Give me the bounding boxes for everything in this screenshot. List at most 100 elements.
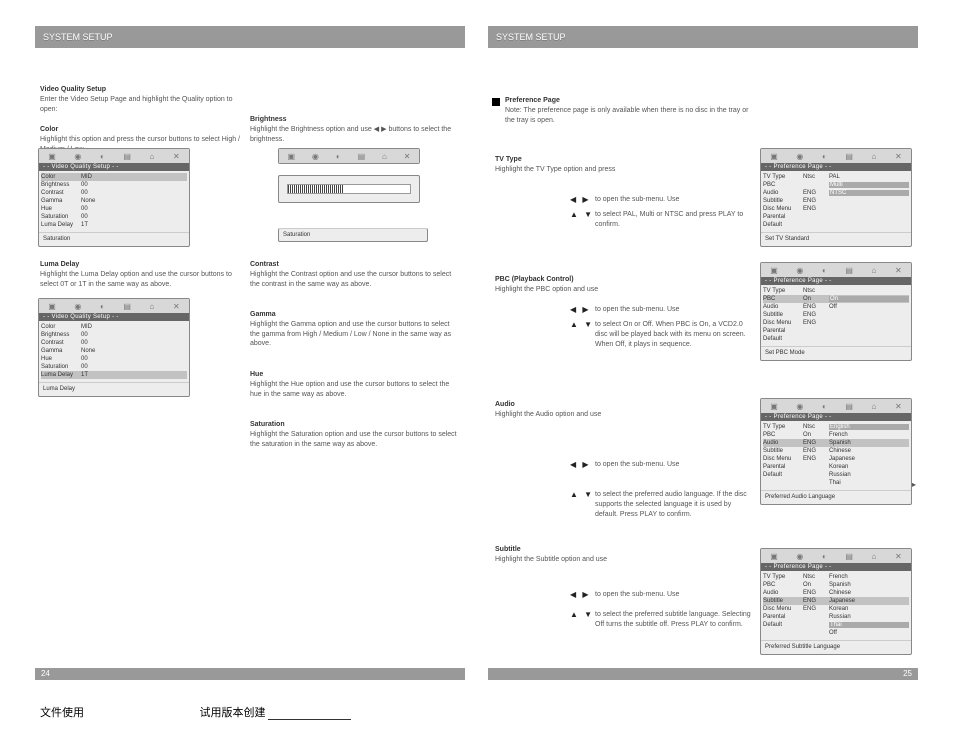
- menu-row[interactable]: Hue00: [41, 205, 187, 213]
- menu-row[interactable]: Parental: [763, 213, 909, 221]
- speaker-icon: ◉: [74, 152, 81, 161]
- menu-row-option: PAL: [829, 174, 909, 180]
- contrast-block: ContrastHighlight the Contrast option an…: [250, 260, 460, 289]
- menu-row-option: Russian: [829, 472, 909, 478]
- audio-body3: to select the preferred audio language. …: [595, 490, 755, 519]
- menu-row[interactable]: Luma Delay1T: [41, 371, 187, 379]
- right-header-bar: SYSTEM SETUP: [488, 26, 918, 48]
- menu-row-label: TV Type: [763, 424, 803, 430]
- tv-icon: ▣: [770, 552, 778, 561]
- menu-row[interactable]: TV TypeNtscEnglish: [763, 423, 909, 431]
- luma-explain: Luma Delay Highlight the Luma Delay opti…: [40, 260, 240, 289]
- menu-row[interactable]: AudioENGChinese: [763, 589, 909, 597]
- menu-row[interactable]: AudioENGOff: [763, 303, 909, 311]
- menu-row-value: MID: [81, 324, 107, 330]
- menu-row[interactable]: Thai: [763, 479, 909, 487]
- dolby-icon: ◐: [822, 552, 827, 561]
- menu-row[interactable]: Hue00: [41, 355, 187, 363]
- menu-row[interactable]: Contrast00: [41, 189, 187, 197]
- menu-row[interactable]: DefaultThai: [763, 621, 909, 629]
- menu-row-label: Hue: [41, 356, 81, 362]
- menu-row[interactable]: Brightness00: [41, 331, 187, 339]
- right-pagenum: 25: [903, 668, 918, 680]
- menu-row[interactable]: SubtitleENGJapanese: [763, 597, 909, 605]
- menu-row-label: Subtitle: [763, 312, 803, 318]
- brightness-slider[interactable]: [278, 175, 420, 203]
- audio-block: Audio Highlight the Audio option and use: [495, 400, 750, 420]
- menu-row-value: 00: [81, 356, 107, 362]
- menu-row[interactable]: TV TypeNtscPAL: [763, 173, 909, 181]
- menu-row[interactable]: Saturation00: [41, 363, 187, 371]
- left-header-bar: SYSTEM SETUP: [35, 26, 465, 48]
- tvtype-block: TV Type Highlight the TV Type option and…: [495, 155, 750, 175]
- menu-row[interactable]: Disc MenuENG: [763, 319, 909, 327]
- tv-icon: ▣: [48, 152, 56, 161]
- menu-row[interactable]: SubtitleENGChinese: [763, 447, 909, 455]
- menu-row-option: Chinese: [829, 590, 909, 596]
- menu-row-value: ENG: [803, 440, 829, 446]
- menu-row[interactable]: Off: [763, 629, 909, 637]
- menu-row[interactable]: SubtitleENG: [763, 311, 909, 319]
- menu-row[interactable]: PBCOnOn: [763, 295, 909, 303]
- menu-row[interactable]: ParentalKorean: [763, 463, 909, 471]
- brightness-icons-box: ▣ ◉ ◐ ▤ ⌂ ✕: [278, 148, 420, 164]
- video-icon: ▤: [123, 152, 131, 161]
- close-icon: ✕: [404, 152, 411, 161]
- menu-row[interactable]: GammaNone: [41, 197, 187, 205]
- menu-row[interactable]: ParentalRussian: [763, 613, 909, 621]
- menu-row[interactable]: Disc MenuENGJapanese: [763, 455, 909, 463]
- menu-row[interactable]: Parental: [763, 327, 909, 335]
- menu-row-value: ENG: [803, 456, 829, 462]
- menu-row-value: 00: [81, 332, 107, 338]
- lock-icon: ⌂: [150, 152, 155, 161]
- arrow-up-down-icon: ▲ ▼: [570, 490, 594, 499]
- speaker-icon: ◉: [796, 266, 803, 275]
- menu-row-label: Subtitle: [763, 198, 803, 204]
- menu-row-label: Subtitle: [763, 598, 803, 604]
- speaker-icon: ◉: [796, 402, 803, 411]
- menu-row[interactable]: Disc MenuENG: [763, 205, 909, 213]
- tv-icon: ▣: [770, 266, 778, 275]
- square-bullet-icon: [492, 98, 500, 106]
- brightness-block: Brightness Highlight the Brightness opti…: [250, 115, 460, 144]
- menu-row[interactable]: AudioENGSpanish: [763, 439, 909, 447]
- close-icon: ✕: [895, 402, 902, 411]
- menu-row[interactable]: Saturation00: [41, 213, 187, 221]
- menu-row[interactable]: ColorMID: [41, 173, 187, 181]
- menu-row[interactable]: Luma Delay1T: [41, 221, 187, 229]
- subtitle-body3: to select the preferred subtitle languag…: [595, 610, 755, 630]
- menu-title: - - Preference Page - -: [761, 413, 911, 421]
- menu-row-value: ENG: [803, 598, 829, 604]
- menu-row[interactable]: SubtitleENG: [763, 197, 909, 205]
- menu-row[interactable]: PBCOnFrench: [763, 431, 909, 439]
- pbc-body2: to open the sub-menu. Use: [595, 305, 755, 315]
- menu-row[interactable]: GammaNone: [41, 347, 187, 355]
- menu-row[interactable]: AudioENGNTSC: [763, 189, 909, 197]
- menu-row-label: Disc Menu: [763, 320, 803, 326]
- footer-left: 文件使用: [40, 707, 84, 719]
- video-icon: ▤: [845, 266, 853, 275]
- menu-row[interactable]: Default: [763, 221, 909, 229]
- menu-row[interactable]: TV TypeNtscFrench: [763, 573, 909, 581]
- menu-row-label: PBC: [763, 296, 803, 302]
- menu-row-label: Brightness: [41, 182, 81, 188]
- menu-row[interactable]: DefaultRussian: [763, 471, 909, 479]
- menu-title: - - Preference Page - -: [761, 563, 911, 571]
- menu-row[interactable]: Disc MenuENGKorean: [763, 605, 909, 613]
- menu-row-option: Korean: [829, 606, 909, 612]
- menu-row-value: 00: [81, 364, 107, 370]
- dolby-icon: ◐: [822, 402, 827, 411]
- menu-row[interactable]: Default: [763, 335, 909, 343]
- menu-row-option: Spanish: [829, 440, 909, 446]
- menu-row-option: Thai: [829, 480, 909, 486]
- menu-row-label: Parental: [763, 214, 803, 220]
- menu-row[interactable]: TV TypeNtsc: [763, 287, 909, 295]
- menu-row[interactable]: PBCMulti: [763, 181, 909, 189]
- menu-row[interactable]: PBCOnSpanish: [763, 581, 909, 589]
- menu-row[interactable]: ColorMID: [41, 323, 187, 331]
- speaker-icon: ◉: [796, 152, 803, 161]
- menu-row[interactable]: Brightness00: [41, 181, 187, 189]
- menu-row-option: On: [829, 296, 909, 302]
- menu-row[interactable]: Contrast00: [41, 339, 187, 347]
- speaker-icon: ◉: [796, 552, 803, 561]
